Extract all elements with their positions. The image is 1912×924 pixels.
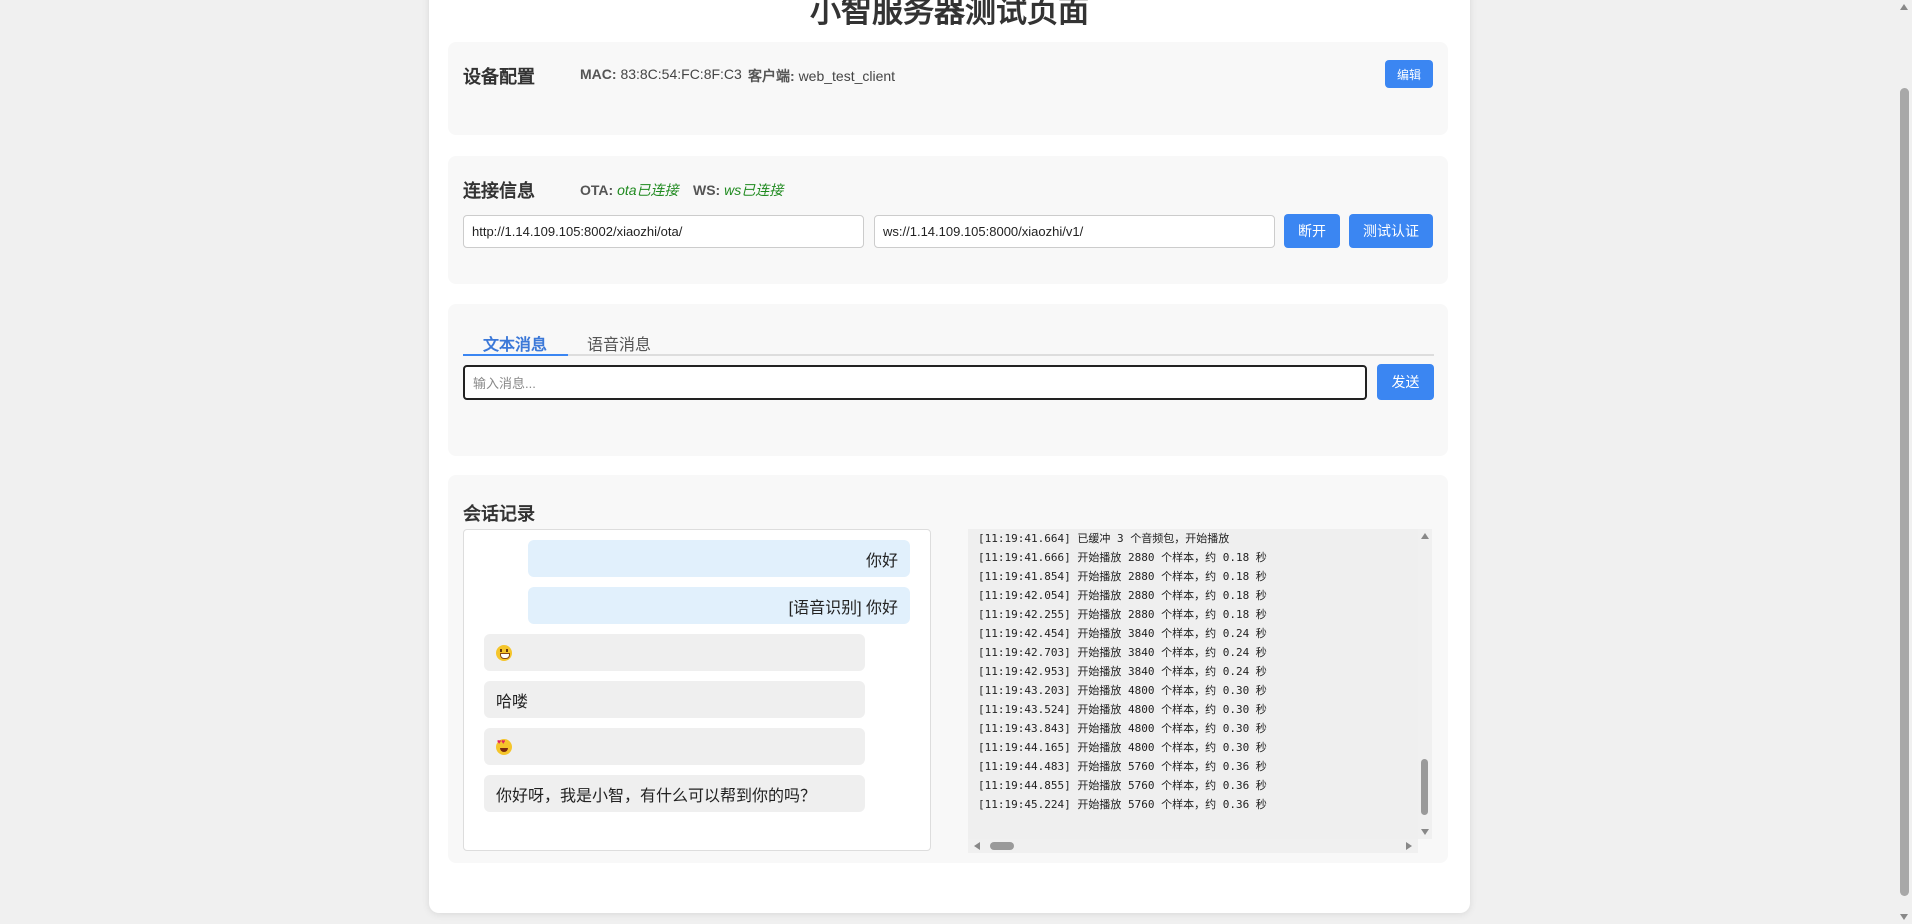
scroll-thumb[interactable] (1900, 88, 1909, 896)
scroll-down-arrow-icon[interactable] (1900, 914, 1908, 920)
log-line: [11:19:42.054] 开始播放 2880 个样本，约 0.18 秒 (978, 589, 1267, 602)
log-line: [11:19:44.483] 开始播放 5760 个样本，约 0.36 秒 (978, 760, 1267, 773)
page-title: 小智服务器测试页面 (810, 0, 1089, 29)
main-card: 小智服务器测试页面 设备配置 MAC: 83:8C:54:FC:8F:C3 客户… (429, 0, 1470, 913)
mac-info: MAC: 83:8C:54:FC:8F:C3 (580, 66, 742, 82)
log-line: [11:19:42.703] 开始播放 3840 个样本，约 0.24 秒 (978, 646, 1267, 659)
log-line: [11:19:41.854] 开始播放 2880 个样本，约 0.18 秒 (978, 570, 1267, 583)
scroll-right-arrow-icon[interactable] (1406, 842, 1412, 850)
chat-message-user: 你好 (528, 540, 910, 577)
ws-status: WS: ws已连接 (693, 180, 783, 200)
connection-title: 连接信息 (463, 181, 535, 201)
log-line: [11:19:43.843] 开始播放 4800 个样本，约 0.30 秒 (978, 722, 1267, 735)
mac-label: MAC: (580, 66, 617, 82)
log-line: [11:19:42.953] 开始播放 3840 个样本，约 0.24 秒 (978, 665, 1267, 678)
chat-message-bot: 你好呀，我是小智，有什么可以帮到你的吗？ (484, 775, 865, 812)
history-title: 会话记录 (463, 504, 535, 524)
log-line: [11:19:43.203] 开始播放 4800 个样本，约 0.30 秒 (978, 684, 1267, 697)
page-vertical-scrollbar[interactable] (1897, 0, 1912, 924)
log-line: [11:19:43.524] 开始播放 4800 个样本，约 0.30 秒 (978, 703, 1267, 716)
device-config-title: 设备配置 (463, 67, 535, 87)
log-line: [11:19:44.855] 开始播放 5760 个样本，约 0.36 秒 (978, 779, 1267, 792)
chat-box[interactable]: 你好 [语音识别] 你好 哈喽 你好呀，我是小智，有什么可以帮到你的吗？ (463, 529, 931, 851)
ota-status: OTA: ota已连接 (580, 180, 679, 200)
heart-eyes-face-icon (496, 738, 512, 755)
client-info: 客户端: web_test_client (748, 66, 895, 86)
chat-message-bot: 哈喽 (484, 681, 865, 718)
log-lines: [11:19:41.660] 开始音频缓冲... [11:19:41.664] … (978, 529, 1398, 814)
chat-message-bot (484, 634, 865, 671)
send-button[interactable]: 发送 (1377, 364, 1434, 400)
ws-status-text: ws已连接 (724, 182, 784, 198)
log-line: [11:19:41.666] 开始播放 2880 个样本，约 0.18 秒 (978, 551, 1267, 564)
log-vertical-scrollbar[interactable] (1418, 529, 1432, 839)
grinning-face-icon (496, 644, 512, 661)
tab-text-message[interactable]: 文本消息 (483, 331, 547, 355)
history-section: 会话记录 你好 [语音识别] 你好 哈喽 你好呀，我是小智，有什么可以帮到你的吗… (448, 475, 1448, 863)
message-tabs: 文本消息 语音消息 (463, 322, 1434, 356)
message-input[interactable]: 输入消息... (463, 365, 1367, 400)
ota-url-input[interactable]: http://1.14.109.105:8002/xiaozhi/ota/ (463, 215, 864, 248)
ota-status-text: ota已连接 (617, 182, 679, 198)
ota-label: OTA: (580, 182, 614, 198)
log-panel[interactable]: [11:19:41.660] 开始音频缓冲... [11:19:41.664] … (968, 529, 1418, 839)
chat-message-bot (484, 728, 865, 765)
disconnect-button[interactable]: 断开 (1284, 214, 1340, 248)
log-horizontal-scrollbar[interactable] (968, 839, 1418, 853)
log-line: [11:19:42.454] 开始播放 3840 个样本，约 0.24 秒 (978, 627, 1267, 640)
client-value: web_test_client (798, 68, 896, 84)
scroll-left-arrow-icon[interactable] (974, 842, 980, 850)
client-label: 客户端: (748, 68, 795, 84)
ws-url-input[interactable]: ws://1.14.109.105:8000/xiaozhi/v1/ (874, 215, 1275, 248)
device-config-section: 设备配置 MAC: 83:8C:54:FC:8F:C3 客户端: web_tes… (448, 42, 1448, 135)
scroll-up-arrow-icon[interactable] (1421, 533, 1429, 539)
test-auth-button[interactable]: 测试认证 (1349, 214, 1433, 248)
edit-button[interactable]: 编辑 (1385, 60, 1433, 88)
log-line: [11:19:41.664] 已缓冲 3 个音频包，开始播放 (978, 532, 1230, 545)
scroll-thumb[interactable] (990, 842, 1014, 850)
message-section: 文本消息 语音消息 输入消息... 发送 (448, 304, 1448, 456)
chat-message-user: [语音识别] 你好 (528, 587, 910, 624)
active-tab-indicator (463, 354, 568, 356)
tab-voice-message[interactable]: 语音消息 (587, 331, 651, 355)
log-line: [11:19:45.224] 开始播放 5760 个样本，约 0.36 秒 (978, 798, 1267, 811)
scroll-up-arrow-icon[interactable] (1900, 4, 1908, 10)
connection-section: 连接信息 OTA: ota已连接 WS: ws已连接 http://1.14.1… (448, 156, 1448, 284)
scroll-down-arrow-icon[interactable] (1421, 829, 1429, 835)
log-line: [11:19:42.255] 开始播放 2880 个样本，约 0.18 秒 (978, 608, 1267, 621)
ws-label: WS: (693, 182, 721, 198)
scroll-thumb[interactable] (1421, 759, 1428, 815)
mac-value: 83:8C:54:FC:8F:C3 (620, 66, 742, 82)
log-line: [11:19:44.165] 开始播放 4800 个样本，约 0.30 秒 (978, 741, 1267, 754)
